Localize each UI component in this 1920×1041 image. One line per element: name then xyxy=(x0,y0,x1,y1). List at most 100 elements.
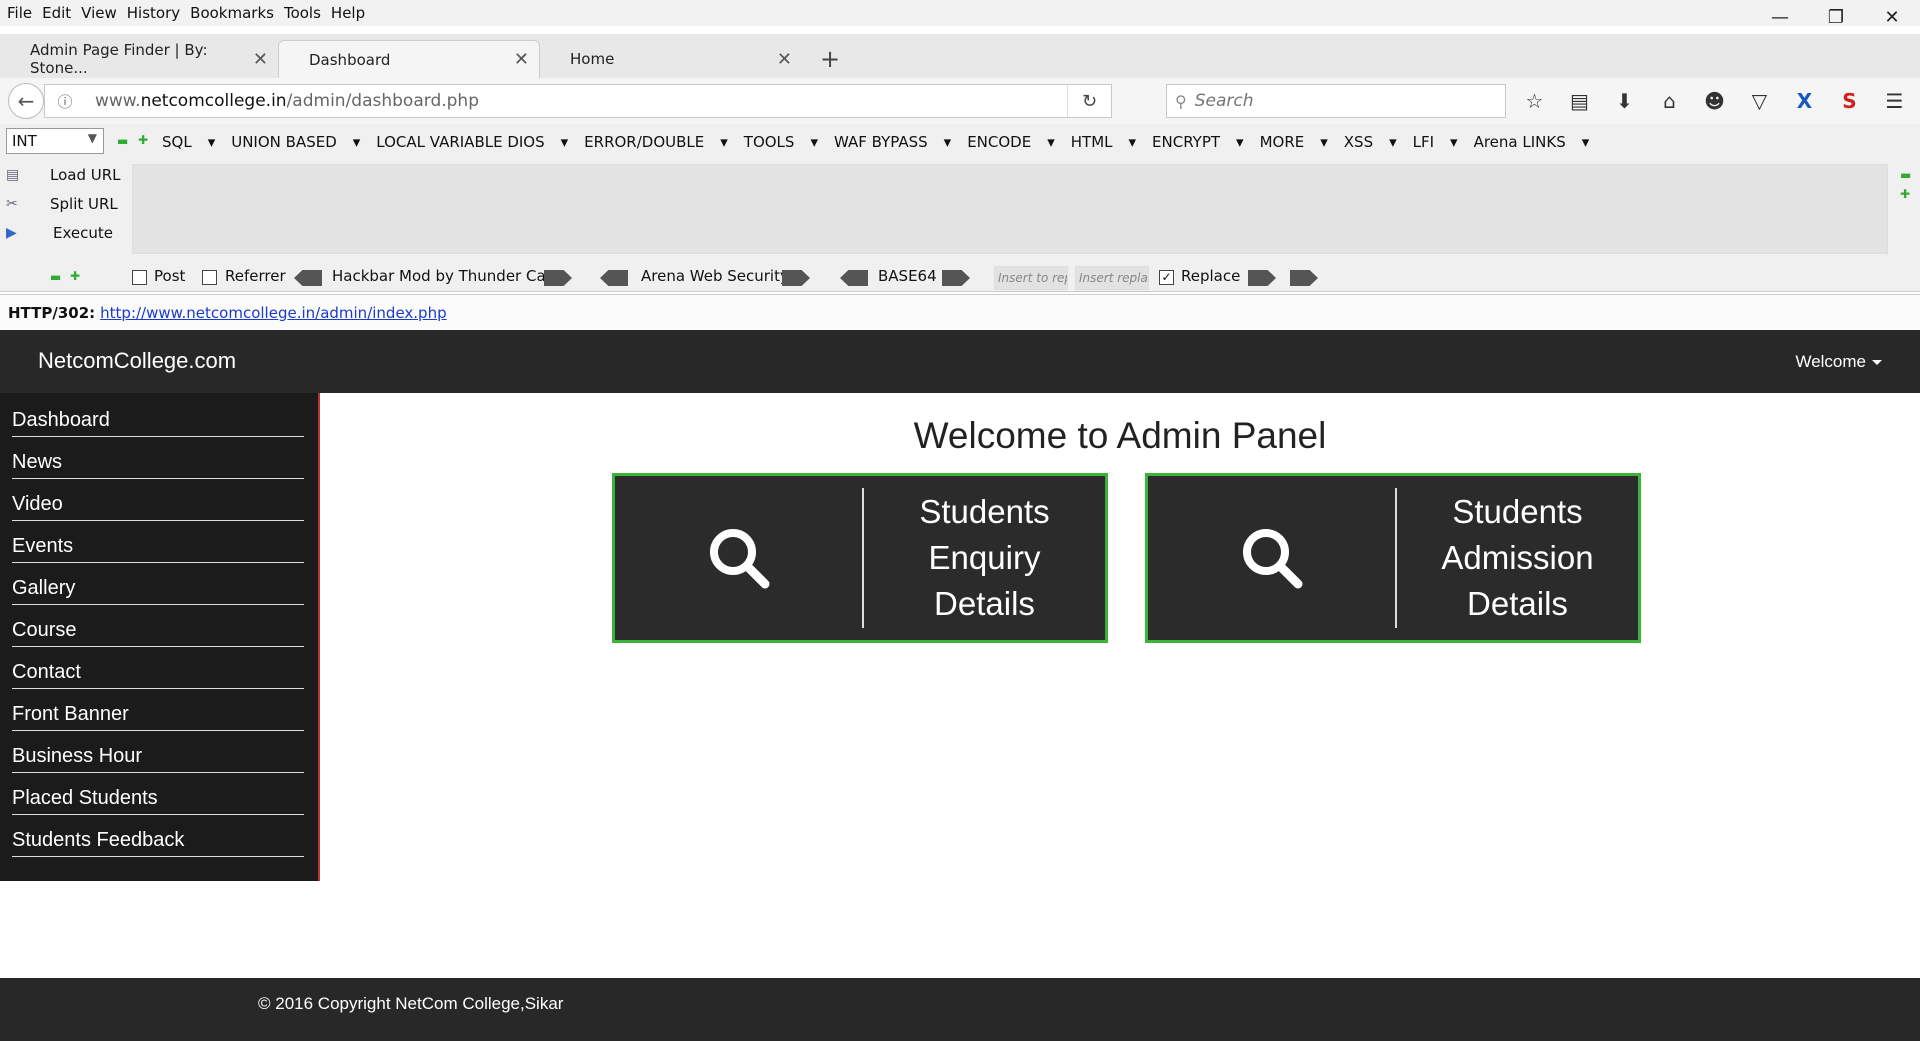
execute-button[interactable]: ▶ Execute xyxy=(6,218,121,247)
hackbar-menu-local-variable[interactable]: LOCAL VARIABLE DIOS ▾ xyxy=(376,133,568,151)
bookmark-star-icon[interactable]: ☆ xyxy=(1512,86,1557,116)
sidebar-item-events[interactable]: Events xyxy=(12,521,304,563)
menu-history[interactable]: History xyxy=(122,4,185,22)
base64-label: BASE64 xyxy=(878,267,937,285)
restore-icon[interactable]: ❐ xyxy=(1808,0,1864,34)
minimize-icon[interactable]: — xyxy=(1752,0,1808,34)
students-enquiry-card[interactable]: Students Enquiry Details xyxy=(612,473,1108,643)
hackbar-type-select[interactable]: INT ▼ xyxy=(6,128,104,154)
load-url-button[interactable]: ▤ Load URL xyxy=(6,160,121,189)
arrow-left-icon[interactable] xyxy=(294,270,322,286)
security-extension-icon[interactable]: S xyxy=(1827,86,1872,116)
new-tab-icon[interactable]: + xyxy=(815,40,845,78)
tab-dashboard[interactable]: Dashboard ✕ xyxy=(278,40,540,78)
sidebar-item-students-feedback[interactable]: Students Feedback xyxy=(12,815,304,857)
menu-tools[interactable]: Tools xyxy=(279,4,326,22)
split-url-button[interactable]: ✂ Split URL xyxy=(6,189,121,218)
hamburger-menu-icon[interactable]: ☰ xyxy=(1872,86,1917,116)
site-header: NetcomCollege.com Welcome xyxy=(0,330,1920,393)
arrow-right-icon[interactable] xyxy=(1248,270,1276,286)
hackbar-url-textarea[interactable] xyxy=(132,164,1888,254)
hackbar-menu-arena-links[interactable]: Arena LINKS ▾ xyxy=(1474,133,1590,151)
students-admission-card[interactable]: Students Admission Details xyxy=(1145,473,1641,643)
arrow-left-icon[interactable] xyxy=(840,270,868,286)
scissors-icon: ✂ xyxy=(6,195,18,212)
site-brand[interactable]: NetcomCollege.com xyxy=(38,348,236,374)
menu-view[interactable]: View xyxy=(76,4,122,22)
reading-list-icon[interactable]: ▤ xyxy=(1557,86,1602,116)
arrow-right-icon[interactable] xyxy=(942,270,970,286)
hackbar-menu-lfi[interactable]: LFI ▾ xyxy=(1413,133,1458,151)
sidebar-item-video[interactable]: Video xyxy=(12,479,304,521)
download-icon[interactable]: ⬇ xyxy=(1602,86,1647,116)
plus-icon[interactable]: ✚ xyxy=(1900,187,1910,201)
sidebar-item-dashboard[interactable]: Dashboard xyxy=(12,407,304,437)
reload-icon[interactable]: ↻ xyxy=(1067,85,1111,117)
tab-label: Home xyxy=(570,50,615,68)
hackbar-menu-encode[interactable]: ENCODE ▾ xyxy=(967,133,1055,151)
pocket-icon[interactable]: ▽ xyxy=(1737,86,1782,116)
menu-help[interactable]: Help xyxy=(326,4,370,22)
minus-icon[interactable]: ▬ xyxy=(117,134,128,148)
minus-icon[interactable]: ▬ xyxy=(1900,168,1911,182)
post-checkbox[interactable] xyxy=(132,270,147,285)
arrow-left-icon[interactable] xyxy=(600,270,628,286)
close-window-icon[interactable]: ✕ xyxy=(1864,0,1920,34)
load-url-icon: ▤ xyxy=(6,166,20,183)
hackbar-menu-html[interactable]: HTML ▾ xyxy=(1071,133,1136,151)
hackbar-menu-encrypt[interactable]: ENCRYPT ▾ xyxy=(1152,133,1244,151)
address-bar[interactable]: ⓘ www.netcomcollege.in/admin/dashboard.p… xyxy=(44,84,1112,118)
welcome-dropdown[interactable]: Welcome xyxy=(1795,352,1882,372)
hackbar-menu-waf[interactable]: WAF BYPASS ▾ xyxy=(834,133,951,151)
arrow-right-icon[interactable] xyxy=(782,270,810,286)
hackbar-menu-more[interactable]: MORE ▾ xyxy=(1260,133,1328,151)
hackbar-menu-xss[interactable]: XSS ▾ xyxy=(1344,133,1397,151)
redirect-link[interactable]: http://www.netcomcollege.in/admin/index.… xyxy=(100,304,446,322)
hackbar-menu-sql[interactable]: SQL ▾ xyxy=(162,133,215,151)
sidebar-item-business-hour[interactable]: Business Hour xyxy=(12,731,304,773)
search-icon xyxy=(615,476,862,640)
page-title: Welcome to Admin Panel xyxy=(913,415,1327,456)
hackbar-menu-union[interactable]: UNION BASED ▾ xyxy=(231,133,360,151)
sidebar-item-gallery[interactable]: Gallery xyxy=(12,563,304,605)
minus-icon[interactable]: ▬ xyxy=(50,270,61,284)
menu-bookmarks[interactable]: Bookmarks xyxy=(185,4,279,22)
hackbar: INT ▼ ▬ ✚ SQL ▾ UNION BASED ▾ LOCAL VARIAB… xyxy=(0,124,1920,292)
tab-admin-page-finder[interactable]: Admin Page Finder | By: Stone... ✕ xyxy=(0,40,278,78)
insert-to-replace-input[interactable]: Insert to rep xyxy=(994,266,1068,290)
arrow-right-icon[interactable] xyxy=(544,270,572,286)
arrow-right-icon[interactable] xyxy=(1290,270,1318,286)
menu-file[interactable]: File xyxy=(0,4,37,22)
x-extension-icon[interactable]: X xyxy=(1782,86,1827,116)
close-tab-icon[interactable]: ✕ xyxy=(514,49,529,70)
sidebar-item-news[interactable]: News xyxy=(12,437,304,479)
close-tab-icon[interactable]: ✕ xyxy=(253,49,268,70)
sidebar-item-contact[interactable]: Contact xyxy=(12,647,304,689)
hackbar-menu-tools[interactable]: TOOLS ▾ xyxy=(744,133,818,151)
close-tab-icon[interactable]: ✕ xyxy=(777,49,792,70)
info-icon[interactable]: ⓘ xyxy=(51,91,79,112)
search-input[interactable] xyxy=(1194,91,1475,111)
referrer-checkbox[interactable] xyxy=(202,270,217,285)
hackbar-menu-error[interactable]: ERROR/DOUBLE ▾ xyxy=(584,133,728,151)
tab-home[interactable]: Home ✕ xyxy=(540,40,802,78)
sidebar-item-front-banner[interactable]: Front Banner xyxy=(12,689,304,731)
replace-label: Replace xyxy=(1181,267,1241,285)
hackbar-menu: SQL ▾ UNION BASED ▾ LOCAL VARIABLE DIOS ▾ E… xyxy=(162,133,1605,151)
sidebar-item-course[interactable]: Course xyxy=(12,605,304,647)
menu-edit[interactable]: Edit xyxy=(37,4,76,22)
emoji-icon[interactable]: ☻ xyxy=(1692,86,1737,116)
hackbar-actions: ▤ Load URL ✂ Split URL ▶ Execute xyxy=(6,160,121,247)
sidebar-item-placed-students[interactable]: Placed Students xyxy=(12,773,304,815)
toolbar-icons: ☆ ▤ ⬇ ⌂ ☻ ▽ X S ☰ xyxy=(1512,86,1917,116)
home-icon[interactable]: ⌂ xyxy=(1647,86,1692,116)
admin-sidebar: Dashboard News Video Events Gallery Cour… xyxy=(0,393,320,881)
back-button[interactable]: ← xyxy=(8,83,44,119)
insert-replacement-input[interactable]: Insert replac xyxy=(1075,266,1149,290)
tab-strip: Admin Page Finder | By: Stone... ✕ Dashb… xyxy=(0,34,1920,78)
replace-checkbox[interactable]: ✓ xyxy=(1159,270,1174,285)
plus-icon[interactable]: ✚ xyxy=(138,133,148,147)
plus-icon[interactable]: ✚ xyxy=(70,269,80,283)
http-status-line: HTTP/302: http://www.netcomcollege.in/ad… xyxy=(0,294,1920,330)
card-label: Students Admission Details xyxy=(1441,493,1594,622)
